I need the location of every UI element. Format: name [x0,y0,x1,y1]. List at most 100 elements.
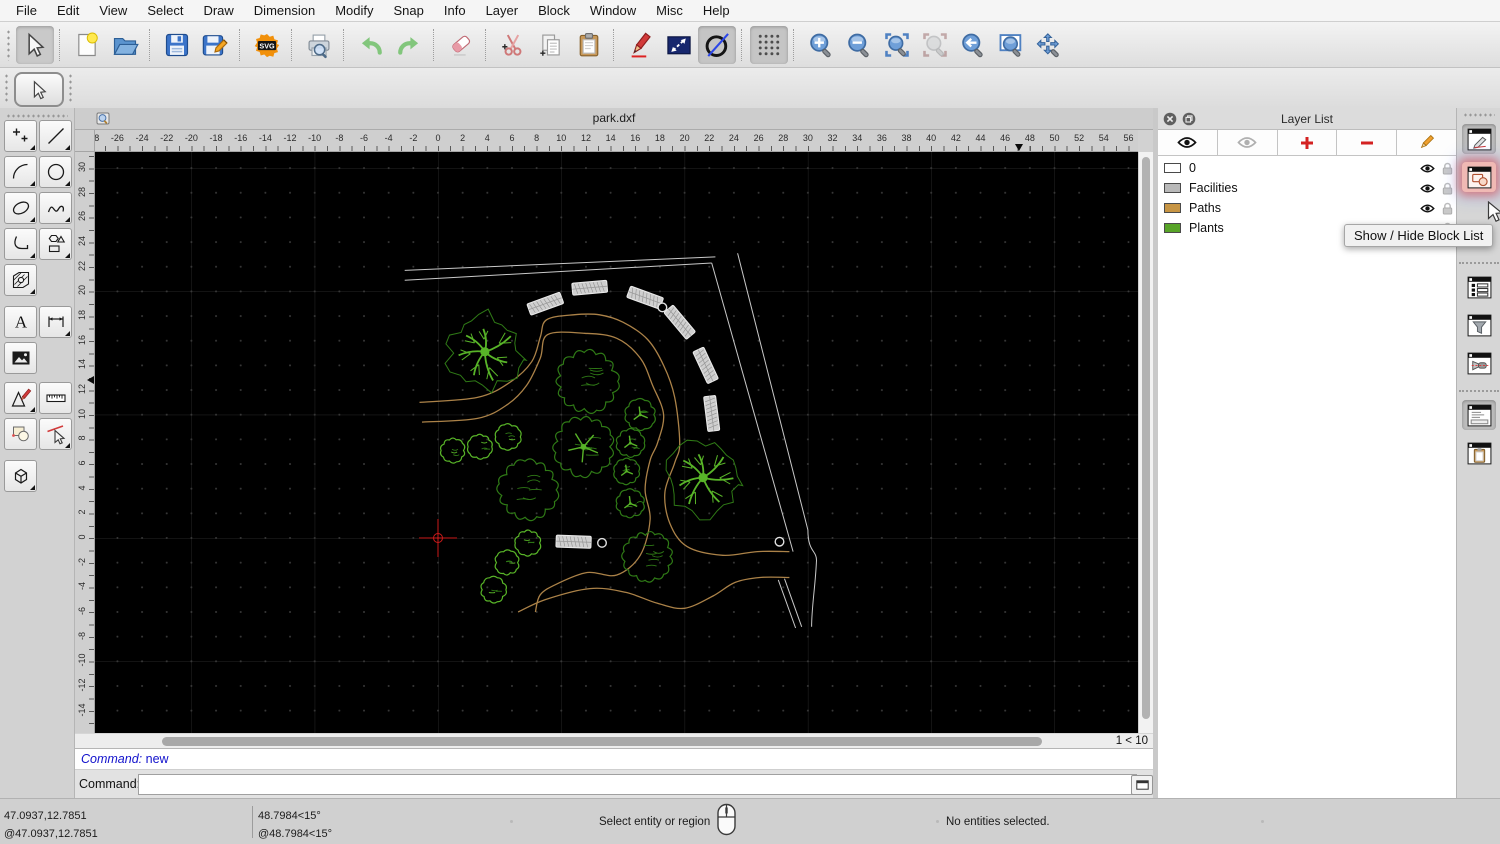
save-as-button[interactable] [196,26,234,64]
menu-info[interactable]: Info [434,0,476,21]
tool-points-button[interactable] [4,120,37,152]
edit-layer-button[interactable] [1397,130,1456,156]
layer-row-0[interactable]: 0 [1158,158,1456,178]
layer-visibility-icon[interactable] [1420,161,1435,179]
horizontal-scrollbar[interactable]: 1 < 10 [75,733,1153,748]
tool-deselect-button[interactable] [39,418,72,450]
mdi-tab-bar[interactable]: park.dxf [75,108,1153,130]
hruler-label: -26 [110,133,124,143]
tool-spline-button[interactable] [39,192,72,224]
tool-arc-button[interactable] [4,156,37,188]
new-file-button[interactable] [68,26,106,64]
remove-layer-button[interactable] [1337,130,1398,156]
pen-button[interactable] [622,26,660,64]
tool-hatch-button[interactable] [4,264,37,296]
export-svg-button[interactable]: SVG [248,26,286,64]
zoom-selected-button[interactable] [916,26,954,64]
list-widget-toggle-button[interactable] [1462,272,1496,302]
vertical-scrollbar[interactable] [1138,152,1153,733]
clipboard-widget-toggle-button[interactable] [1462,438,1496,468]
menu-layer[interactable]: Layer [476,0,529,21]
paste-button[interactable] [570,26,608,64]
zoom-in-button[interactable] [802,26,840,64]
zoom-auto-button[interactable] [878,26,916,64]
tool-ellipse-button[interactable] [4,192,37,224]
tool-order-button[interactable] [4,418,37,450]
toolbar-drag-handle[interactable] [6,28,12,61]
menu-help[interactable]: Help [693,0,740,21]
zoom-pan-button[interactable] [1030,26,1068,64]
select-tool-button[interactable] [14,72,64,107]
zoom-window-button[interactable] [992,26,1030,64]
toolbar2-drag-handle[interactable] [4,73,10,103]
layer-visibility-icon[interactable] [1420,201,1435,219]
menu-view[interactable]: View [89,0,137,21]
add-layer-button[interactable] [1277,130,1338,156]
distance-arrow-button[interactable] [660,26,698,64]
tool-dimension-button[interactable] [39,306,72,338]
hruler-label: 56 [1123,133,1134,143]
menu-misc[interactable]: Misc [646,0,693,21]
zoom-out-button[interactable] [840,26,878,64]
hscroll-thumb[interactable] [162,737,1042,746]
copy-button[interactable] [532,26,570,64]
zoom-previous-button[interactable] [954,26,992,64]
menu-snap[interactable]: Snap [384,0,434,21]
hruler-label: 52 [1074,133,1085,143]
tool-box3d-button[interactable] [4,460,37,492]
bin[interactable] [597,537,608,548]
tool-text-button[interactable]: A [4,306,37,338]
filter-widget-toggle-button[interactable] [1462,310,1496,340]
tool-image-button[interactable] [4,342,37,374]
tool-polygon-button[interactable] [39,228,72,260]
layer-visibility-icon[interactable] [1420,181,1435,199]
spotlight-widget-toggle-button[interactable] [1462,348,1496,378]
menu-file[interactable]: File [6,0,47,21]
vscroll-thumb[interactable] [1142,157,1150,719]
menu-select[interactable]: Select [137,0,193,21]
show-all-layers-button[interactable] [1158,130,1218,156]
hide-all-layers-button[interactable] [1217,130,1278,156]
tool-circle-button[interactable] [39,156,72,188]
menu-window[interactable]: Window [580,0,646,21]
toolbar2-drag-handle2[interactable] [68,73,74,103]
tool-polyline-button[interactable] [4,228,37,260]
tooltip: Show / Hide Block List [1344,224,1494,247]
tool-measure-button[interactable] [39,382,72,414]
tool-modify-button[interactable] [4,382,37,414]
bin[interactable] [774,536,785,547]
palette-drag-handle[interactable] [6,113,68,118]
menu-dimension[interactable]: Dimension [244,0,325,21]
layer-list-toggle-button[interactable] [1462,124,1496,154]
tool-line-button[interactable] [39,120,72,152]
bin[interactable] [657,302,668,313]
detach-command-button[interactable] [1131,775,1153,795]
save-button[interactable] [158,26,196,64]
cut-button[interactable] [494,26,532,64]
spline-icon [45,197,67,219]
undo-button[interactable] [352,26,390,64]
menu-modify[interactable]: Modify [325,0,383,21]
command-input[interactable] [138,774,1137,795]
drawing-canvas[interactable] [95,152,1138,733]
grid-status: 1 < 10 [1115,735,1148,747]
redo-button[interactable] [390,26,428,64]
erase-button[interactable] [442,26,480,64]
layer-row-paths[interactable]: Paths [1158,198,1456,218]
command-widget-toggle-button[interactable] [1462,400,1496,430]
menu-edit[interactable]: Edit [47,0,89,21]
strip-drag-handle[interactable] [1463,112,1495,117]
print-preview-button[interactable] [300,26,338,64]
select-arrow-button[interactable] [16,25,54,64]
draft-mode-button[interactable] [698,25,736,64]
bench[interactable] [555,534,592,549]
open-file-button[interactable] [106,26,144,64]
layer-row-facilities[interactable]: Facilities [1158,178,1456,198]
grid-toggle-button[interactable] [750,25,788,64]
menu-draw[interactable]: Draw [193,0,243,21]
svg-text:SVG: SVG [259,41,275,50]
bench[interactable] [571,279,609,296]
menu-block[interactable]: Block [528,0,580,21]
block-list-toggle-button[interactable] [1462,162,1496,192]
hruler-label: 30 [802,133,813,143]
